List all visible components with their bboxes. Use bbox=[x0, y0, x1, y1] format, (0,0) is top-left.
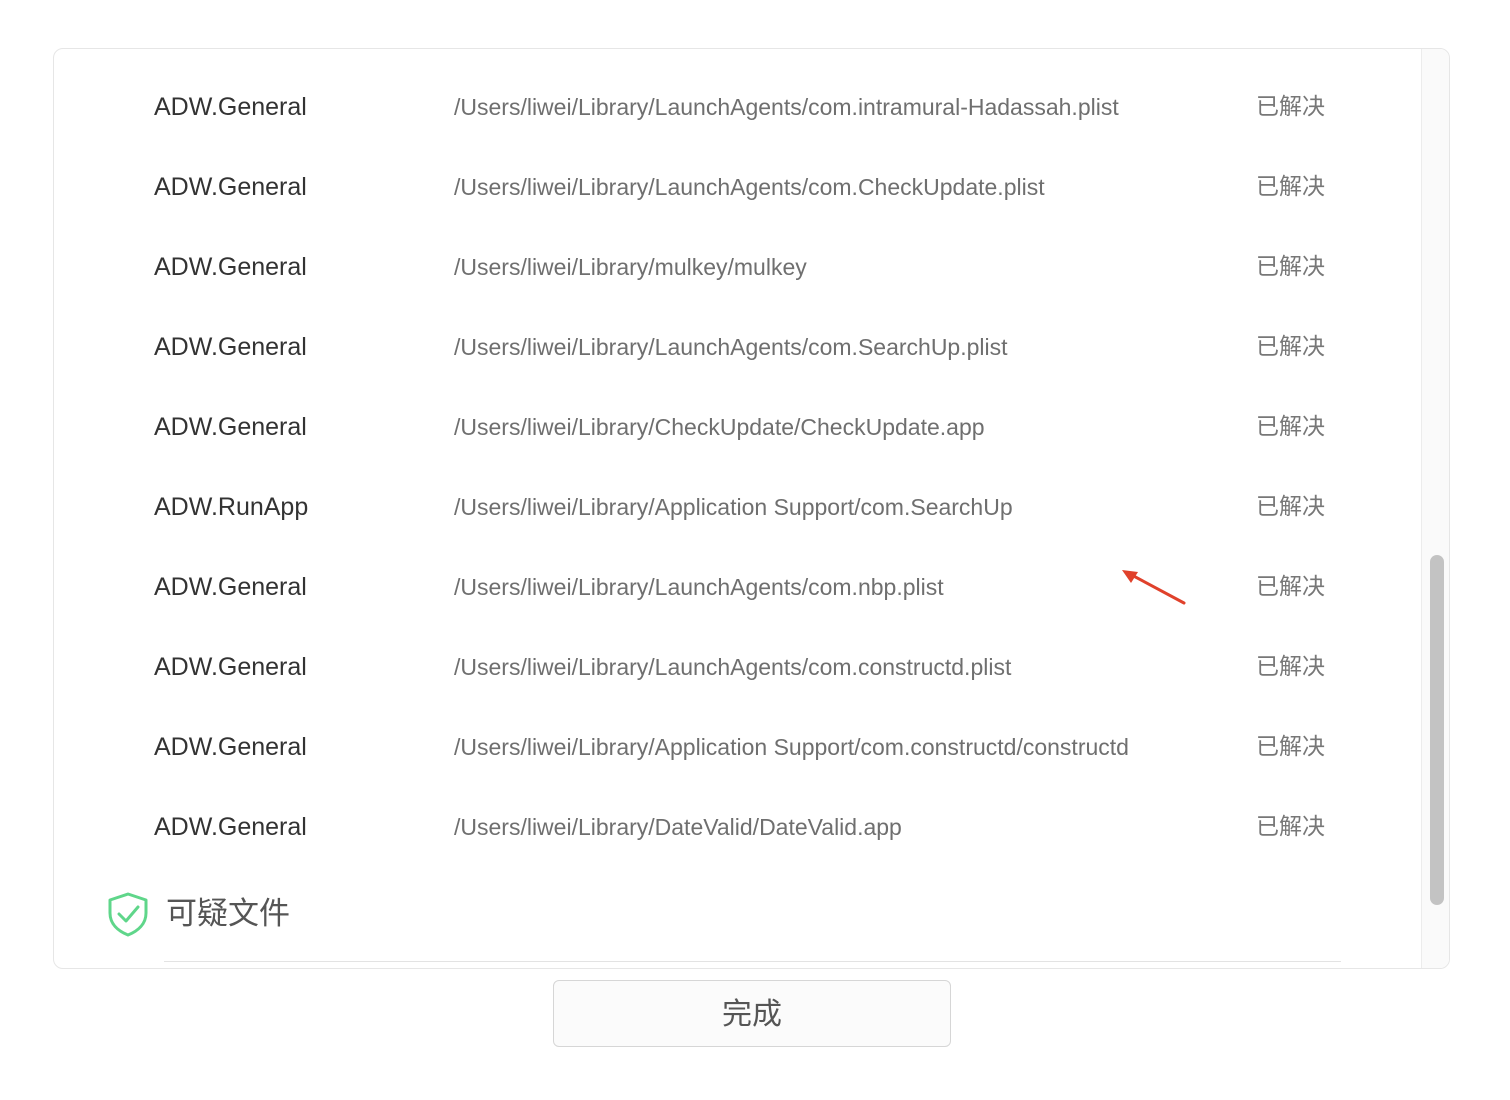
status-label: 已解决 bbox=[1256, 494, 1325, 520]
shield-check-icon bbox=[108, 892, 148, 937]
file-path: /Users/liwei/Library/DateValid/DateValid… bbox=[454, 814, 902, 840]
result-row: ADW.General /Users/liwei/Library/CheckUp… bbox=[54, 387, 1421, 467]
file-path: /Users/liwei/Library/mulkey/mulkey bbox=[454, 254, 807, 280]
file-path: /Users/liwei/Library/LaunchAgents/com.Se… bbox=[454, 334, 1008, 360]
file-path: /Users/liwei/Library/LaunchAgents/com.Ch… bbox=[454, 174, 1045, 200]
scrollbar-thumb[interactable] bbox=[1430, 555, 1444, 905]
status-label: 已解决 bbox=[1256, 734, 1325, 760]
threat-type: ADW.General bbox=[154, 93, 307, 121]
result-row: ADW.General /Users/liwei/Library/LaunchA… bbox=[54, 307, 1421, 387]
threat-type: ADW.General bbox=[154, 173, 307, 201]
file-path: /Users/liwei/Library/LaunchAgents/com.in… bbox=[454, 94, 1119, 120]
status-label: 已解决 bbox=[1256, 174, 1325, 200]
status-label: 已解决 bbox=[1256, 94, 1325, 120]
result-row: ADW.General /Users/liwei/Library/Applica… bbox=[54, 707, 1421, 787]
result-row: ADW.General /Users/liwei/Library/LaunchA… bbox=[54, 547, 1421, 627]
status-label: 已解决 bbox=[1256, 254, 1325, 280]
result-row: ADW.General /Users/liwei/Library/DateVal… bbox=[54, 787, 1421, 867]
file-path: /Users/liwei/Library/CheckUpdate/CheckUp… bbox=[454, 414, 985, 440]
file-path: /Users/liwei/Library/LaunchAgents/com.co… bbox=[454, 654, 1012, 680]
status-label: 已解决 bbox=[1256, 334, 1325, 360]
result-row: ADW.General /Users/liwei/Library/LaunchA… bbox=[54, 147, 1421, 227]
threat-type: ADW.RunApp bbox=[154, 493, 309, 521]
suspicious-files-section-header[interactable]: 可疑文件 bbox=[106, 889, 1346, 959]
threat-type: ADW.General bbox=[154, 253, 307, 281]
threat-type: ADW.General bbox=[154, 573, 307, 601]
status-label: 已解决 bbox=[1256, 814, 1325, 840]
section-title: 可疑文件 bbox=[166, 896, 290, 932]
result-row: ADW.General /Users/liwei/Library/mulkey/… bbox=[54, 227, 1421, 307]
status-label: 已解决 bbox=[1256, 654, 1325, 680]
results-panel: ADW.General /Users/liwei/Library/LaunchA… bbox=[53, 48, 1450, 969]
result-row: ADW.General /Users/liwei/Library/LaunchA… bbox=[54, 627, 1421, 707]
threat-type: ADW.General bbox=[154, 653, 307, 681]
threat-type: ADW.General bbox=[154, 733, 307, 761]
done-button[interactable]: 完成 bbox=[553, 980, 951, 1047]
threat-type: ADW.General bbox=[154, 333, 307, 361]
scrollbar[interactable] bbox=[1421, 49, 1449, 968]
status-label: 已解决 bbox=[1256, 574, 1325, 600]
annotation-arrow-icon bbox=[1122, 570, 1186, 605]
result-row: ADW.General /Users/liwei/Library/LaunchA… bbox=[54, 67, 1421, 147]
threat-type: ADW.General bbox=[154, 413, 307, 441]
file-path: /Users/liwei/Library/Application Support… bbox=[454, 494, 1013, 520]
results-list[interactable]: ADW.General /Users/liwei/Library/LaunchA… bbox=[54, 49, 1421, 968]
file-path: /Users/liwei/Library/LaunchAgents/com.nb… bbox=[454, 574, 944, 600]
status-label: 已解决 bbox=[1256, 414, 1325, 440]
threat-type: ADW.General bbox=[154, 813, 307, 841]
section-divider bbox=[164, 961, 1341, 962]
file-path: /Users/liwei/Library/Application Support… bbox=[454, 734, 1129, 760]
result-row: ADW.RunApp /Users/liwei/Library/Applicat… bbox=[54, 467, 1421, 547]
